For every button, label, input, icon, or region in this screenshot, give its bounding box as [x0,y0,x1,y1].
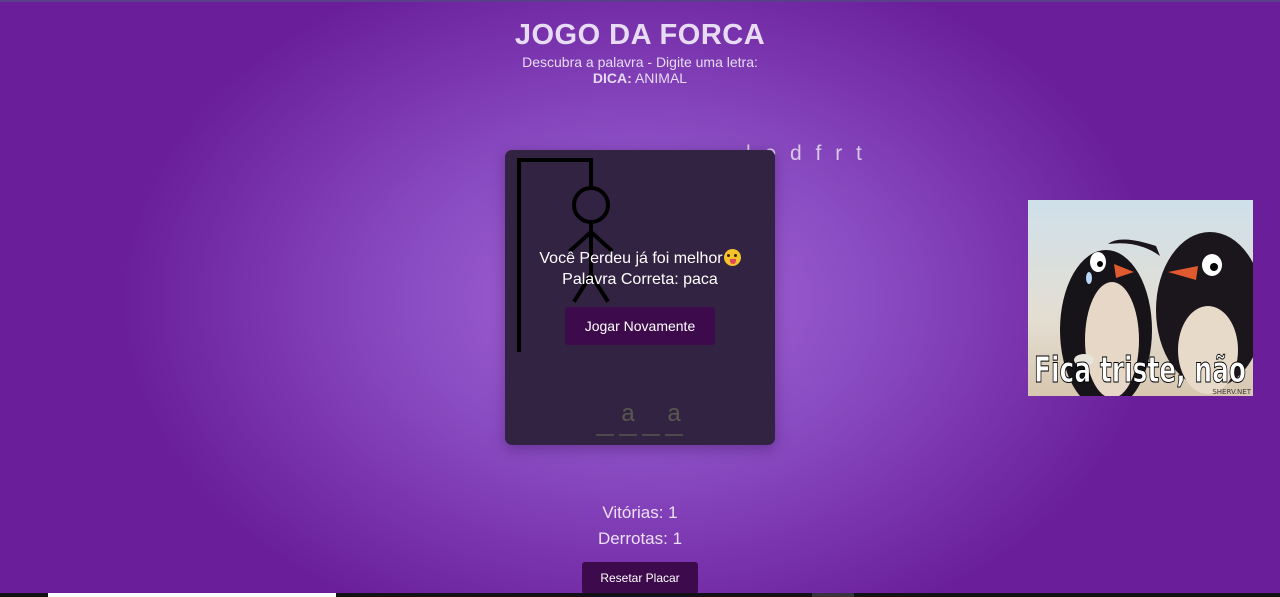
instructions: Descubra a palavra - Digite uma letra: [522,54,758,70]
letter-slot-underline [665,434,683,436]
correct-word: Palavra Correta: paca [562,271,718,288]
play-again-button[interactable]: Jogar Novamente [565,307,715,345]
letter-slot [596,400,614,436]
bottom-bar-segment [48,593,336,597]
scoreboard: Vitórias: 1 Derrotas: 1 [0,500,1280,552]
top-border [0,0,1280,2]
letter-slot: a [665,400,683,436]
face-with-tongue-icon [723,249,741,266]
letter-slot-char: a [667,400,681,427]
wins-count: Vitórias: 1 [602,503,678,522]
result-message-line: Você Perdeu já foi melhor [505,248,775,269]
meme-image: Fica triste, não SHERV.NET [1028,200,1253,396]
letter-slot-underline [619,434,637,436]
hint: DICA: ANIMAL [0,70,1280,86]
game-over-popup: Você Perdeu já foi melhor Palavra Corret… [505,248,775,345]
result-message: Você Perdeu já foi melhor [539,250,723,267]
meme-caption: Fica triste, não [1034,350,1246,391]
game-board: Você Perdeu já foi melhor Palavra Corret… [505,150,775,445]
reset-score-button[interactable]: Resetar Placar [582,562,698,594]
meme-watermark: SHERV.NET [1212,388,1251,396]
header: JOGO DA FORCA Descubra a palavra - Digit… [0,18,1280,86]
letter-slot-underline [596,434,614,436]
bottom-bar-segment [812,593,854,597]
hint-label: DICA: [592,70,632,86]
bottom-bar [0,593,1280,597]
losses-count: Derrotas: 1 [597,529,683,548]
letter-slot [642,400,660,436]
hint-value: ANIMAL [634,70,688,86]
letter-slot: a [619,400,637,436]
hangman-head [572,186,610,224]
page-title: JOGO DA FORCA [514,19,766,51]
letter-slot-underline [642,434,660,436]
letter-slot-char: a [621,400,635,427]
